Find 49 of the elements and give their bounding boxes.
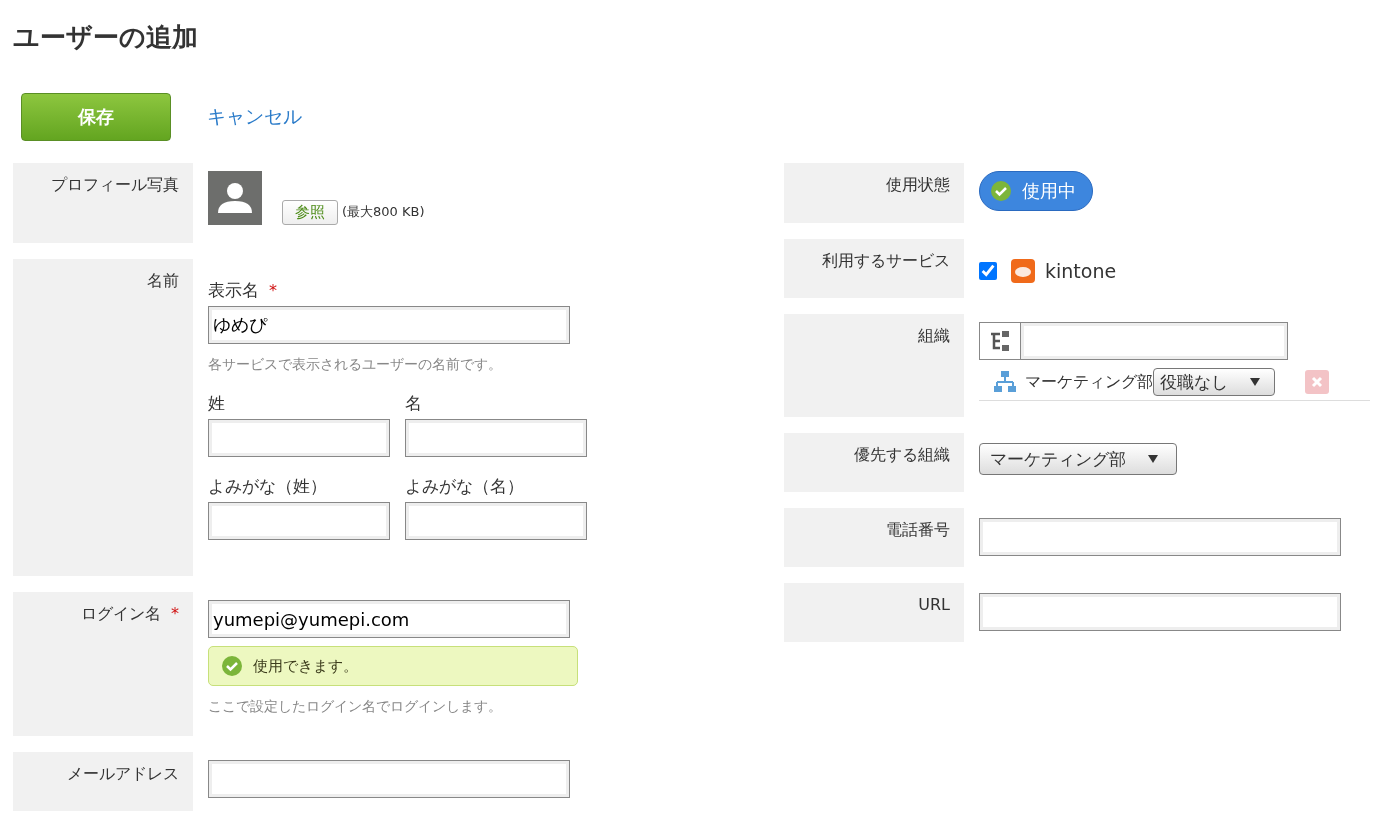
avatar-placeholder-icon	[208, 171, 262, 225]
check-icon	[990, 180, 1012, 202]
input-field[interactable]	[208, 502, 390, 540]
check-icon	[221, 655, 243, 677]
primary-organization-dropdown[interactable]: マーケティング部	[979, 443, 1177, 475]
organization-icon	[993, 370, 1017, 394]
phone-field[interactable]	[979, 518, 1341, 556]
field-label: よみがな（名）	[405, 476, 524, 496]
app-icon	[1011, 259, 1035, 283]
field-label: 名	[405, 393, 422, 413]
required-mark: *	[269, 281, 277, 300]
email-field[interactable]	[208, 760, 570, 798]
message-text: 使用できます。	[253, 656, 358, 676]
field-label: 組織	[784, 314, 964, 417]
field-label: ログイン名	[81, 604, 161, 623]
caret-icon	[1250, 378, 1260, 386]
page-title: ユーザーの追加	[13, 21, 199, 54]
browse-button[interactable]: 参照	[282, 200, 338, 225]
organization-search-field[interactable]	[979, 322, 1288, 360]
status-toggle[interactable]: 使用中	[979, 171, 1093, 211]
field-label: プロフィール写真	[13, 163, 193, 243]
hint-text: ここで設定したログイン名でログインします。	[208, 698, 503, 716]
cancel-link[interactable]: キャンセル	[207, 104, 302, 130]
field-label: 電話番号	[784, 508, 964, 567]
caret-icon	[1148, 455, 1158, 463]
field-label: よみがな（姓）	[208, 476, 327, 496]
required-mark: *	[171, 604, 179, 623]
field-label: メールアドレス	[13, 752, 193, 811]
role-dropdown[interactable]: 役職なし	[1153, 368, 1275, 396]
field-label: 表示名	[208, 280, 259, 300]
close-icon	[1310, 375, 1324, 389]
tree-icon	[989, 330, 1011, 352]
display-name-field[interactable]: ゆめぴ	[208, 306, 570, 344]
input-field[interactable]	[208, 419, 390, 457]
size-limit-text: (最大800 KB)	[342, 203, 425, 221]
service-checkbox[interactable]	[979, 262, 997, 280]
field-label: 使用状態	[784, 163, 964, 223]
hint-text: 各サービスで表示されるユーザーの名前です。	[208, 356, 503, 374]
field-label: 利用するサービス	[784, 239, 964, 298]
field-label: 優先する組織	[784, 433, 964, 492]
field-label: URL	[784, 583, 964, 642]
field-label: 姓	[208, 393, 225, 413]
input-field[interactable]	[405, 419, 587, 457]
field-label: 名前	[13, 259, 193, 576]
url-field[interactable]	[979, 593, 1341, 631]
login-name-field[interactable]: yumepi@yumepi.com	[208, 600, 570, 638]
input-field[interactable]	[405, 502, 587, 540]
organization-name: マーケティング部	[1025, 371, 1153, 393]
service-name: kintone	[1045, 260, 1117, 282]
